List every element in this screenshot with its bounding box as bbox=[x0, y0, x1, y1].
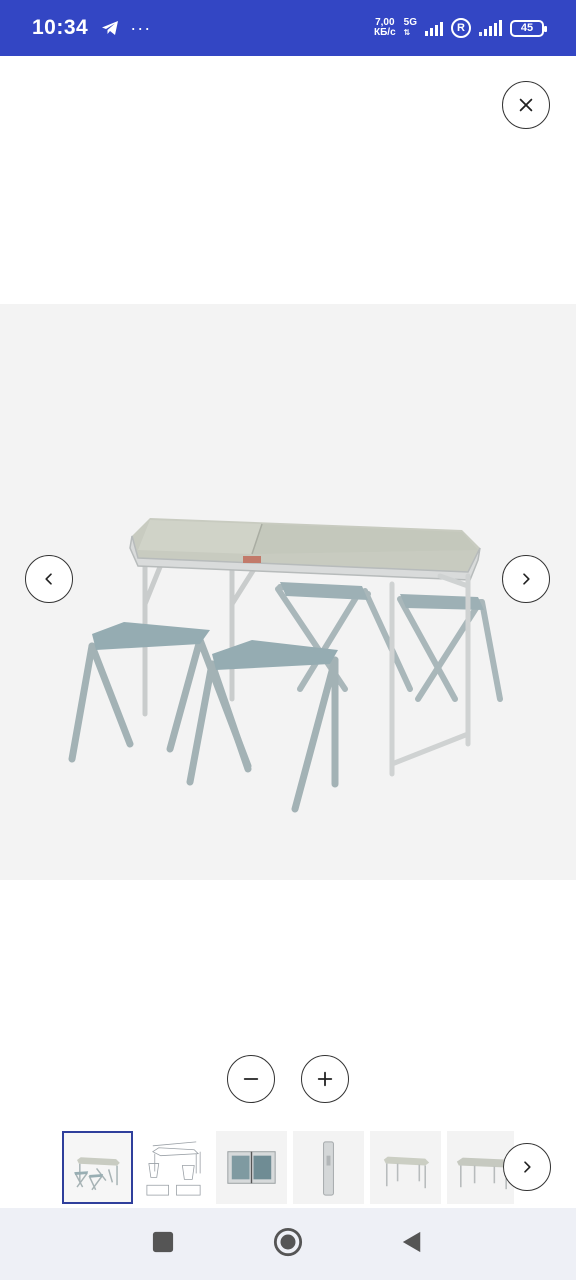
next-image-button[interactable] bbox=[502, 555, 550, 603]
close-icon bbox=[519, 98, 533, 112]
roaming-icon: R bbox=[451, 18, 471, 38]
thumbnail-folded-side-image bbox=[323, 1141, 334, 1196]
thumbnail-2[interactable] bbox=[139, 1131, 210, 1204]
network-type: 5G ⇅ bbox=[404, 18, 417, 38]
status-time: 10:34 bbox=[32, 16, 89, 39]
chevron-right-icon bbox=[523, 573, 530, 585]
status-icons: 7,00 КБ/с 5G ⇅ R 45 bbox=[374, 18, 547, 38]
plus-icon bbox=[317, 1071, 333, 1087]
telegram-icon bbox=[100, 18, 120, 38]
product-image bbox=[68, 518, 503, 813]
network-speed: 7,00 КБ/с bbox=[374, 18, 396, 38]
thumbnails-next-button[interactable] bbox=[503, 1143, 551, 1191]
data-arrows-icon: ⇅ bbox=[403, 28, 411, 37]
thumbnail-folded-case-image bbox=[227, 1151, 276, 1184]
thumbnail-dimensions-diagram-image bbox=[146, 1141, 201, 1196]
chevron-left-icon bbox=[45, 573, 52, 585]
back-icon bbox=[402, 1231, 421, 1253]
status-bar: 10:34 ··· 7,00 КБ/с 5G ⇅ R 45 bbox=[0, 0, 576, 56]
thumbnail-1[interactable] bbox=[62, 1131, 133, 1204]
zoom-in-button[interactable] bbox=[301, 1055, 349, 1103]
signal-icon-2 bbox=[479, 20, 502, 36]
back-button[interactable] bbox=[400, 1230, 424, 1254]
chevron-right-icon bbox=[524, 1161, 531, 1173]
product-image-area[interactable] bbox=[0, 304, 576, 880]
thumbnail-5[interactable] bbox=[370, 1131, 441, 1204]
thumbnail-table-stools-image bbox=[74, 1157, 120, 1191]
signal-icon bbox=[425, 20, 443, 36]
network-speed-unit: КБ/с bbox=[374, 27, 396, 38]
minus-icon bbox=[243, 1078, 259, 1080]
recents-icon bbox=[152, 1231, 174, 1253]
system-navigation-bar bbox=[0, 1208, 576, 1280]
thumbnail-4[interactable] bbox=[293, 1131, 364, 1204]
zoom-out-button[interactable] bbox=[227, 1055, 275, 1103]
home-icon bbox=[273, 1227, 303, 1257]
thumbnail-3[interactable] bbox=[216, 1131, 287, 1204]
previous-image-button[interactable] bbox=[25, 555, 73, 603]
home-button[interactable] bbox=[272, 1226, 304, 1258]
more-notifications-dots: ··· bbox=[130, 17, 152, 38]
recents-button[interactable] bbox=[151, 1230, 175, 1254]
thumbnail-strip bbox=[62, 1131, 514, 1205]
close-button[interactable] bbox=[502, 81, 550, 129]
thumbnail-table-open-image bbox=[383, 1156, 430, 1189]
battery-icon: 45 bbox=[510, 19, 547, 37]
network-type-label: 5G bbox=[403, 17, 417, 28]
